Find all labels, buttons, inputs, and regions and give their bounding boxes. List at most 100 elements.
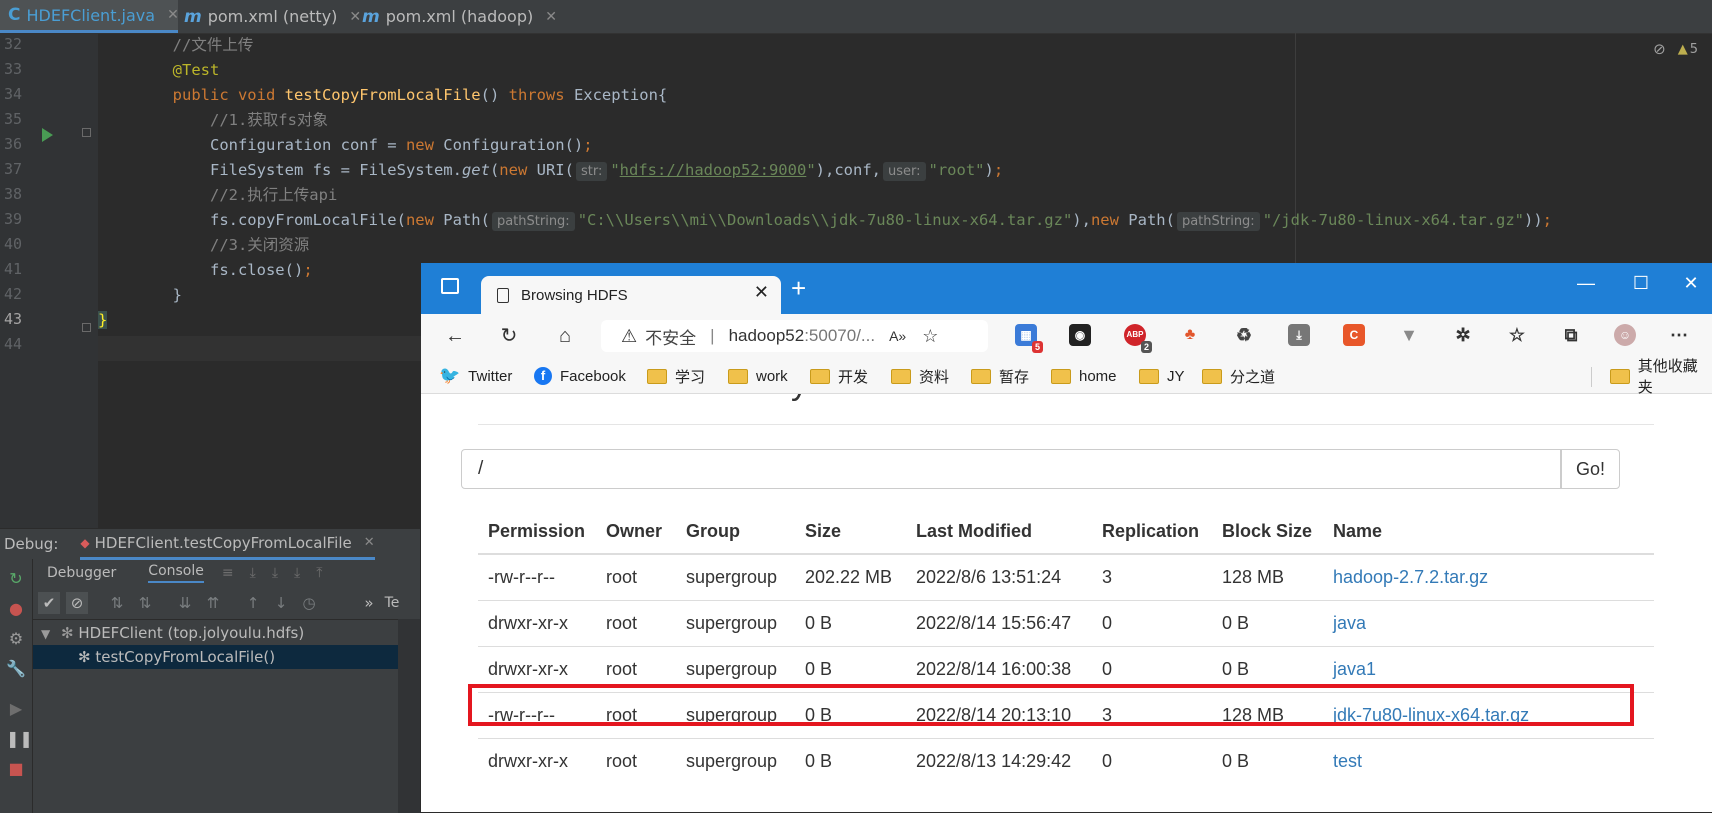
fold-marker-icon[interactable] — [82, 128, 91, 137]
align-icon[interactable]: ⇊ — [174, 592, 196, 614]
favorites-icon[interactable]: ☆ — [1506, 324, 1528, 346]
clock-icon[interactable]: ◷ — [298, 592, 320, 614]
extensions-icon[interactable]: ✲ — [1452, 324, 1474, 346]
frame-item[interactable]: ▼ ✻ HDEFClient (top.jolyoulu.hdfs) — [33, 621, 398, 645]
back-icon[interactable]: ← — [443, 324, 467, 348]
bookmark-folder[interactable]: 开发 — [810, 365, 868, 387]
code-line-38: //2.执行上传api — [209, 186, 338, 204]
close-icon[interactable]: ✕ — [754, 282, 769, 303]
profile-avatar[interactable]: ☺ — [1614, 324, 1636, 346]
chevron-down-icon[interactable]: ▼ — [41, 627, 50, 641]
directory-link[interactable]: test — [1333, 751, 1362, 771]
table-header-row: Permission Owner Group Size Last Modifie… — [478, 509, 1654, 555]
extension-icon[interactable]: ▦ 5 — [1015, 324, 1043, 353]
bookmark-facebook[interactable]: f Facebook — [534, 365, 626, 387]
close-icon[interactable]: ✕ — [167, 7, 179, 23]
maximize-button[interactable]: ☐ — [1621, 273, 1661, 294]
download-icon[interactable]: ⤓ — [1288, 324, 1310, 346]
rerun-icon[interactable]: ↻ — [6, 569, 26, 589]
directory-link[interactable]: java — [1333, 613, 1366, 633]
close-icon[interactable]: ✕ — [364, 535, 375, 550]
inspection-widget[interactable]: ⊘ ▲ 5 — [1653, 40, 1698, 58]
column-header[interactable]: Block Size — [1212, 509, 1323, 555]
check-icon[interactable]: ✔ — [38, 592, 60, 614]
breakpoints-icon[interactable]: ● — [6, 599, 26, 619]
resume-icon[interactable]: ▶ — [6, 699, 26, 719]
collections-icon[interactable]: ⧉ — [1560, 324, 1582, 346]
go-button[interactable]: Go! — [1561, 449, 1620, 489]
address-bar[interactable]: ⚠ 不安全 | hadoop52:50070/... A» ☆ — [601, 320, 988, 352]
insecure-label[interactable]: 不安全 — [645, 324, 696, 349]
table-row: drwxr-xr-x root supergroup 0 B 2022/8/14… — [478, 600, 1654, 647]
sort-alt-icon[interactable]: ⇅ — [134, 592, 156, 614]
mute-breakpoints-icon[interactable]: ⊘ — [66, 592, 88, 614]
bookmark-twitter[interactable]: 🐦 Twitter — [439, 365, 512, 387]
column-header[interactable]: Group — [676, 509, 795, 555]
bookmark-folder[interactable]: home — [1051, 365, 1117, 387]
column-header[interactable]: Replication — [1092, 509, 1212, 555]
extension-icon[interactable]: C — [1343, 324, 1365, 346]
sort-icon[interactable]: ⇅ — [106, 592, 128, 614]
bookmark-folder[interactable]: 资料 — [891, 365, 949, 387]
tab-actions-icon[interactable] — [441, 278, 459, 294]
new-tab-button[interactable]: + — [791, 273, 806, 304]
warning-icon[interactable]: ⚠ — [621, 326, 637, 347]
more-icon[interactable]: ⋯ — [1668, 324, 1690, 346]
bookmark-folder[interactable]: 分之道 — [1202, 365, 1275, 387]
fold-marker-icon[interactable] — [82, 323, 91, 332]
pause-icon[interactable]: ❚❚ — [6, 729, 33, 749]
hdfs-url-link[interactable]: hdfs://hadoop52:9000 — [620, 161, 807, 179]
editor-tab-pom-hadoop[interactable]: m pom.xml (hadoop) ✕ — [362, 0, 557, 33]
close-icon[interactable]: ✕ — [545, 9, 557, 25]
column-header[interactable]: Last Modified — [906, 509, 1092, 555]
column-header[interactable]: Size — [795, 509, 906, 555]
refresh-icon[interactable]: ↻ — [497, 324, 521, 348]
add-favorite-icon[interactable]: ☆ — [922, 326, 938, 347]
step-into-icon[interactable]: ⤓ — [272, 565, 278, 581]
down-icon[interactable]: ↓ — [270, 592, 292, 614]
directory-link[interactable]: java1 — [1333, 659, 1376, 679]
overflow-icon[interactable]: » — [358, 592, 380, 614]
column-header[interactable]: Permission — [478, 509, 596, 555]
recycle-icon[interactable]: ♻ — [1233, 324, 1255, 346]
step-out-icon[interactable]: ⤒ — [316, 565, 322, 581]
tab-debugger[interactable]: Debugger — [47, 565, 116, 581]
step-over-icon[interactable]: ⤓ — [250, 565, 256, 581]
browser-tab-active[interactable]: Browsing HDFS ✕ — [481, 276, 781, 314]
cell-block-size: 128 MB — [1212, 553, 1323, 601]
column-header[interactable]: Owner — [596, 509, 676, 555]
menu-icon[interactable]: ≡ — [222, 565, 234, 581]
wrench-icon[interactable]: 🔧 — [6, 659, 26, 679]
maven-icon: m — [184, 6, 202, 27]
force-step-into-icon[interactable]: ⤓ — [294, 565, 300, 581]
read-aloud-icon[interactable]: A» — [889, 328, 906, 344]
path-input[interactable]: / — [461, 449, 1561, 489]
tab-console[interactable]: Console — [148, 563, 204, 583]
home-icon[interactable]: ⌂ — [553, 324, 577, 348]
editor-tab-hdefclient[interactable]: C HDEFClient.java ✕ — [0, 0, 179, 33]
scrollbar[interactable] — [398, 619, 420, 813]
bookmark-folder[interactable]: 学习 — [647, 365, 705, 387]
bookmark-folder[interactable]: work — [728, 365, 788, 387]
extension-icon[interactable]: ♣ — [1179, 324, 1201, 346]
frame-item-selected[interactable]: ✻ testCopyFromLocalFile() — [33, 645, 398, 669]
adblock-icon[interactable]: ABP 2 — [1124, 324, 1152, 353]
reader-mode-icon[interactable]: ⊘ — [1653, 40, 1666, 58]
extension-icon[interactable]: ◉ — [1069, 324, 1091, 346]
run-test-icon[interactable] — [42, 128, 53, 142]
file-link[interactable]: hadoop-2.7.2.tar.gz — [1333, 567, 1488, 587]
up-icon[interactable]: ↑ — [242, 592, 264, 614]
close-icon[interactable]: ✕ — [349, 9, 361, 25]
bookmark-folder[interactable]: 暂存 — [971, 365, 1029, 387]
close-window-button[interactable]: ✕ — [1671, 273, 1711, 294]
editor-tab-pom-netty[interactable]: m pom.xml (netty) ✕ — [184, 0, 361, 33]
bookmark-other-favorites[interactable]: 其他收藏夹 — [1610, 358, 1712, 396]
bookmark-folder[interactable]: JY — [1139, 365, 1185, 387]
settings-icon[interactable]: ⚙ — [6, 629, 26, 649]
column-header[interactable]: Name — [1323, 509, 1654, 555]
debug-session-tab[interactable]: ◆ HDEFClient.testCopyFromLocalFile ✕ — [80, 529, 375, 560]
extension-icon[interactable]: ▼ — [1398, 324, 1420, 346]
stop-icon[interactable]: ■ — [6, 759, 26, 779]
minimize-button[interactable]: — — [1566, 273, 1606, 294]
collapse-icon[interactable]: ⇈ — [202, 592, 224, 614]
